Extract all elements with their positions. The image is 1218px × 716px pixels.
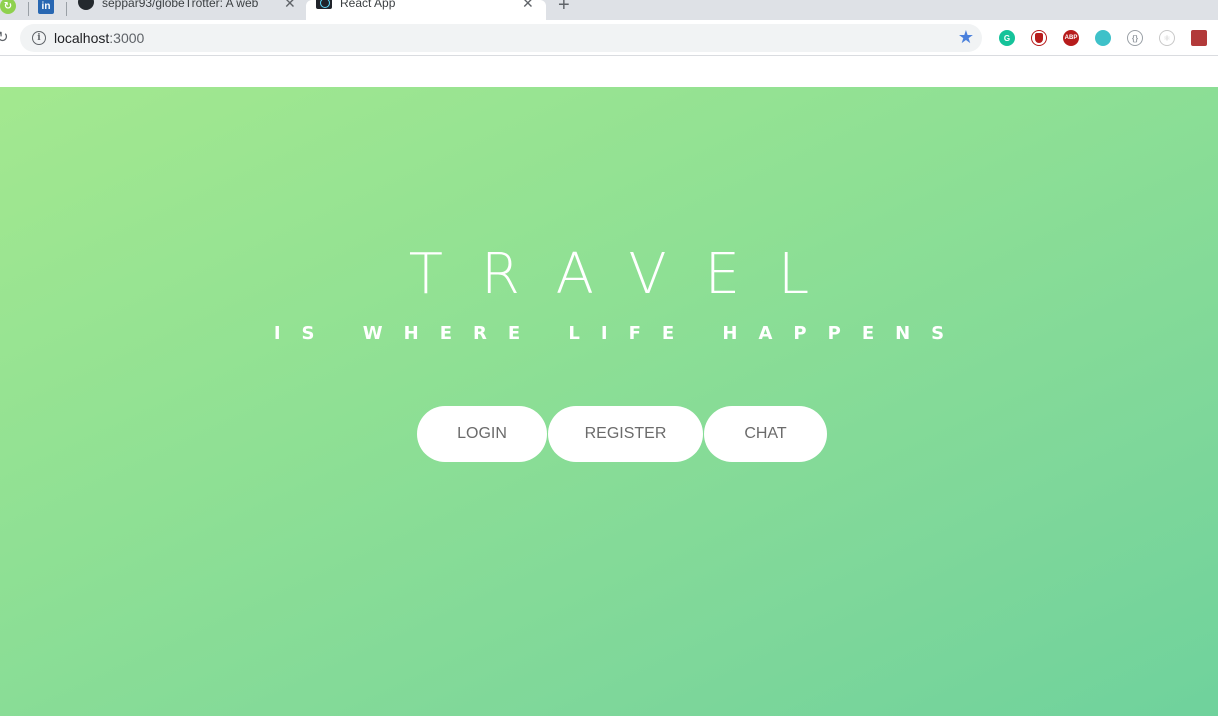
pinned-tab[interactable]: ↻	[0, 0, 16, 20]
react-icon	[316, 0, 332, 10]
linkedin-icon: in	[38, 0, 54, 14]
grammarly-icon[interactable]: G	[999, 30, 1015, 46]
tab-react-app[interactable]: React App ✕	[306, 0, 546, 20]
browser-tab-strip: ↻ in seppar93/globeTrotter: A web ✕ Reac…	[0, 0, 1218, 20]
register-button[interactable]: REGISTER	[548, 406, 703, 462]
address-bar[interactable]: i localhost:3000 ★	[20, 24, 982, 52]
login-button[interactable]: LOGIN	[417, 406, 547, 462]
tab-divider	[28, 2, 29, 16]
bookmark-star-icon[interactable]: ★	[958, 27, 974, 48]
url-text[interactable]: localhost:3000	[54, 30, 144, 46]
chat-button[interactable]: CHAT	[704, 406, 827, 462]
linkedin-tab[interactable]: in	[38, 0, 54, 20]
refresh-extension-icon: ↻	[0, 0, 16, 14]
github-icon	[78, 0, 94, 10]
ublock-icon[interactable]	[1031, 30, 1047, 46]
tab-title: seppar93/globeTrotter: A web	[102, 0, 259, 10]
hero-title: TRAVEL	[408, 242, 848, 307]
red-extension-icon[interactable]	[1191, 30, 1207, 46]
new-tab-plus-icon[interactable]: +	[558, 0, 570, 17]
info-icon[interactable]: i	[32, 31, 46, 45]
close-tab-icon[interactable]: ✕	[522, 0, 534, 12]
adblock-plus-icon[interactable]: ABP	[1063, 30, 1079, 46]
code-extension-icon[interactable]: {}	[1127, 30, 1143, 46]
tab-github[interactable]: seppar93/globeTrotter: A web ✕	[78, 0, 300, 20]
reload-icon[interactable]: ↻	[0, 28, 9, 46]
tab-divider	[66, 2, 67, 16]
react-devtools-icon[interactable]: ⚛	[1159, 30, 1175, 46]
teal-extension-icon[interactable]	[1095, 30, 1111, 46]
url-host: localhost	[54, 30, 110, 46]
hero-subtitle: IS WHERE LIFE HAPPENS	[273, 323, 966, 344]
tab-title: React App	[340, 0, 396, 10]
landing-hero: TRAVEL IS WHERE LIFE HAPPENS LOGIN REGIS…	[0, 87, 1218, 716]
url-port: :3000	[109, 30, 145, 46]
close-tab-icon[interactable]: ✕	[284, 0, 296, 12]
